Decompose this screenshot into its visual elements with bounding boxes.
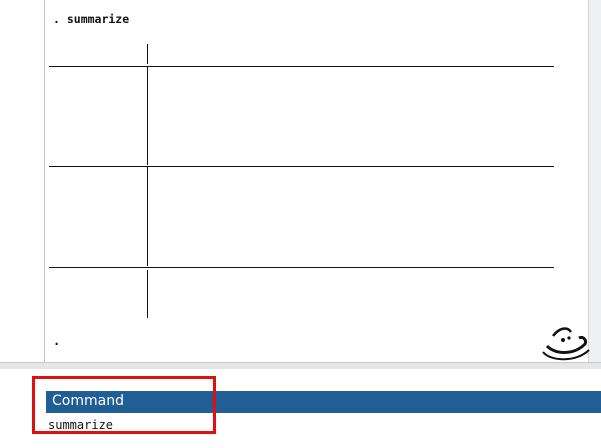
command-input[interactable] (46, 414, 601, 436)
command-echo: . summarize (53, 12, 130, 26)
pane-divider[interactable] (0, 362, 601, 369)
command-panel-header: Command (46, 391, 601, 413)
table-column-divider (147, 270, 148, 318)
command-panel-title: Command (52, 393, 124, 409)
results-prompt: . (53, 334, 61, 348)
table-separator (49, 66, 554, 67)
results-left-border (44, 0, 45, 362)
table-column-divider (147, 167, 148, 266)
table-separator (49, 166, 554, 167)
table-column-divider (147, 44, 148, 64)
table-column-divider (147, 66, 148, 165)
results-pane: . summarize VariableObsMeanStd. dev.MinM… (0, 0, 588, 362)
table-separator (49, 267, 554, 268)
results-scrollbar[interactable] (588, 0, 601, 362)
